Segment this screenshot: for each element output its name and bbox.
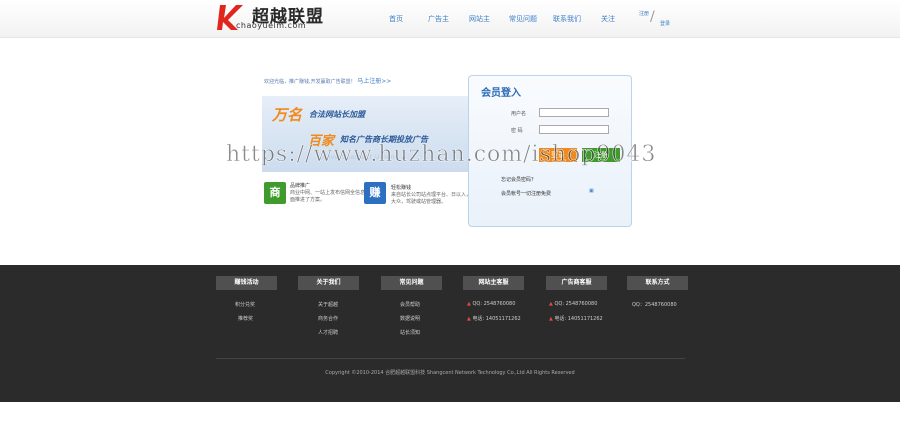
footer-contact: ▲ 电话: 14051171262 — [467, 315, 521, 322]
footer-contact: ▲ QQ: 2548760080 — [549, 301, 597, 307]
forgot-password-link[interactable]: 忘记会员密码？ — [501, 176, 536, 183]
footer-link[interactable]: 积分兑奖 — [235, 301, 255, 308]
footer-contact: ▲ QQ: 2548760080 — [467, 301, 515, 307]
nav-follow[interactable]: 关注 — [601, 14, 615, 24]
footer-heading-contact: 联系方式 — [627, 276, 688, 290]
banner-line1-big: 万名 — [272, 106, 303, 124]
feature-desc-earn: 来自站长公司站点理平台、日以入，大众，驾驶或站管理器。 — [391, 192, 472, 205]
footer-divider — [216, 358, 685, 359]
welcome-text: 欢迎光临，推广赚钱,开发赢取广告联盟！ — [264, 79, 356, 85]
person-icon: ▲ — [467, 316, 471, 322]
footer-link[interactable]: 推荐奖 — [238, 315, 253, 322]
header: 超越联盟 chaoyuelm.com 首页 广告主 网站主 常见问题 联系我们 … — [0, 0, 900, 38]
footer-link[interactable]: 关于超越 — [318, 301, 338, 308]
nav-faq[interactable]: 常见问题 — [509, 14, 537, 24]
password-label: 密 码 — [511, 128, 523, 134]
person-icon: ▲ — [467, 301, 471, 307]
person-icon: ▲ — [549, 316, 553, 322]
welcome-line: 欢迎光临，推广赚钱,开发赢取广告联盟！ 马上注册>> — [264, 76, 391, 85]
logo[interactable]: 超越联盟 chaoyuelm.com — [216, 2, 336, 34]
footer-heading-activities: 赚钱活动 — [216, 276, 277, 290]
footer-heading-about: 关于我们 — [298, 276, 359, 290]
footer-contact-qq: QQ：2548760080 — [632, 302, 677, 308]
footer: 赚钱活动 积分兑奖 推荐奖 关于我们 关于超越 商务合作 人才招聘 常见问题 会… — [0, 265, 900, 402]
nav-publisher[interactable]: 网站主 — [469, 14, 490, 24]
footer-link[interactable]: 人才招聘 — [318, 329, 338, 336]
banner-line1-small: 合法网站长加盟 — [309, 110, 365, 119]
nav-login-link[interactable]: 注册 — [639, 10, 649, 17]
feature-title-brand: 品牌推广 — [290, 183, 311, 189]
footer-contact-text: QQ: 2548760080 — [554, 301, 598, 307]
feature-desc-brand: 商业中网、一站上发布信网全信息全面推进了方案。 — [290, 190, 371, 203]
footer-link[interactable]: 商务合作 — [318, 315, 338, 322]
register-now-link[interactable]: 马上注册>> — [357, 78, 391, 85]
footer-contact: ▲ 电话: 14051171262 — [549, 315, 603, 322]
nav-divider: / — [650, 9, 655, 25]
password-input[interactable] — [539, 125, 609, 134]
nav-advertiser[interactable]: 广告主 — [428, 14, 449, 24]
feature-title-earn: 轻松赚钱 — [391, 185, 412, 191]
footer-heading-advertiser-service: 广告商客服 — [546, 276, 607, 290]
footer-link[interactable]: 站长须知 — [400, 329, 420, 336]
nav-contact[interactable]: 联系我们 — [553, 14, 581, 24]
register-tip: 会员帐号一切注册免费 — [501, 191, 552, 197]
nav-register-link[interactable]: 登录 — [660, 20, 670, 27]
footer-link[interactable]: 数据说明 — [400, 315, 420, 322]
footer-contact-text: QQ: 2548760080 — [472, 301, 516, 307]
footer-link[interactable]: 会员帮助 — [400, 301, 420, 308]
brand-promo-icon: 商 — [264, 182, 286, 204]
earn-money-icon: 赚 — [364, 182, 386, 204]
logo-domain: chaoyuelm.com — [236, 21, 307, 30]
register-tip-icon: ▣ — [589, 188, 594, 194]
person-icon: ▲ — [549, 301, 553, 307]
watermark: https://www.huzhan.com/ishop9043 — [226, 142, 657, 168]
footer-heading-faq: 常见问题 — [381, 276, 442, 290]
copyright: Copyright ©2010-2014 合肥超越联盟科技 Shangcent … — [325, 370, 575, 376]
nav-home[interactable]: 首页 — [389, 14, 403, 24]
username-label: 用户名 — [511, 111, 527, 117]
footer-heading-publisher-service: 网站主客服 — [463, 276, 524, 290]
footer-contact-text: 电话: 14051171262 — [554, 316, 603, 322]
footer-contact-text: 电话: 14051171262 — [472, 316, 521, 322]
username-input[interactable] — [539, 108, 609, 117]
login-title: 会员登入 — [481, 88, 521, 99]
